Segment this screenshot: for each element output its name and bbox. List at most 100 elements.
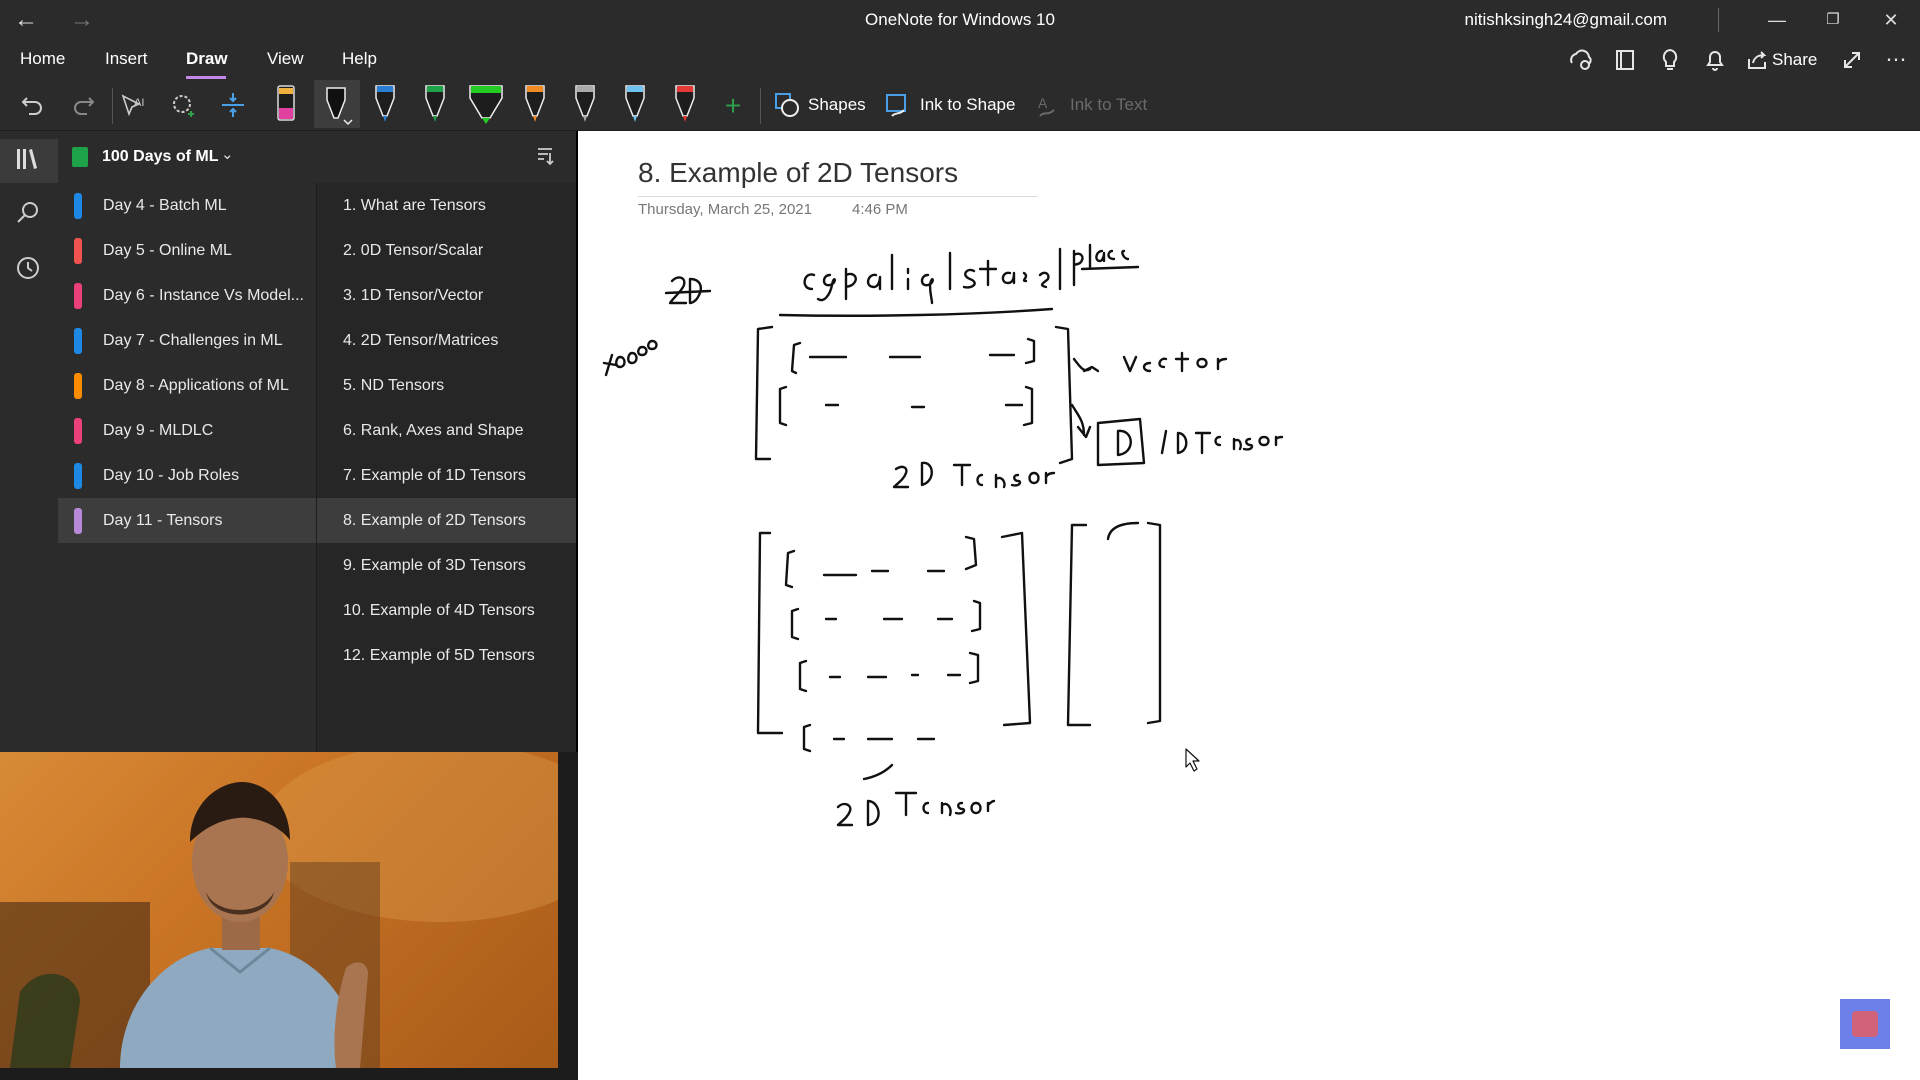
section-item[interactable]: Day 7 - Challenges in ML [58,318,316,363]
section-list: Day 4 - Batch ML Day 5 - Online ML Day 6 -… [58,183,316,752]
tab-view[interactable]: View [267,49,304,69]
page-item[interactable]: 1. What are Tensors [317,183,576,228]
tab-home[interactable]: Home [20,49,65,69]
ink-to-text-icon: A [1032,90,1066,122]
recent-history-icon[interactable] [14,254,46,286]
page-list: 1. What are Tensors 2. 0D Tensor/Scalar 3.… [317,183,576,752]
account-email[interactable]: nitishksingh24@gmail.com [1465,10,1667,30]
notebook-name[interactable]: 100 Days of ML [102,148,218,166]
section-color-tab [74,418,82,444]
section-item[interactable]: Day 6 - Instance Vs Model... [58,273,316,318]
close-icon[interactable]: ✕ [1868,6,1914,34]
divider [1718,8,1719,32]
section-item[interactable]: Day 4 - Batch ML [58,183,316,228]
share-icon[interactable] [1742,47,1772,79]
page-item[interactable]: 10. Example of 4D Tensors [317,588,576,633]
section-label: Day 10 - Job Roles [103,467,240,484]
webcam-video [0,752,558,1068]
page-label: 7. Example of 1D Tensors [343,467,526,484]
page-item[interactable]: 2. 0D Tensor/Scalar [317,228,576,273]
highlighter-pink-icon[interactable] [268,80,304,128]
section-label: Day 8 - Applications of ML [103,377,289,394]
minimize-icon[interactable]: — [1754,6,1800,34]
section-color-tab [74,463,82,489]
page-item[interactable]: 6. Rank, Axes and Shape [317,408,576,453]
page-item[interactable]: 3. 1D Tensor/Vector [317,273,576,318]
page-label: 2. 0D Tensor/Scalar [343,242,484,259]
search-icon[interactable] [14,199,46,231]
page-view-icon[interactable] [1610,47,1640,79]
pen-black-icon[interactable] [314,80,360,128]
page-item[interactable]: 12. Example of 5D Tensors [317,633,576,678]
pen-gray-icon[interactable] [567,80,603,128]
tab-help[interactable]: Help [342,49,377,69]
ink-vector-bracket-right [1146,521,1162,725]
pen-lightblue-icon[interactable] [617,80,653,128]
ink-2d-label [668,276,702,305]
ink-underline [778,307,1054,317]
bell-icon[interactable] [1700,47,1730,79]
page-label: 10. Example of 4D Tensors [343,602,535,619]
lasso-select-icon[interactable] [166,90,200,122]
chevron-down-icon[interactable]: ⌄ [221,145,234,163]
page-item[interactable]: 7. Example of 1D Tensors [317,453,576,498]
ink-to-shape-icon[interactable] [880,90,914,122]
restore-icon[interactable]: ❐ [1810,6,1856,34]
ink-vector-arc [1106,521,1140,541]
undo-icon[interactable] [16,90,50,122]
divider [760,88,761,124]
type-select-icon[interactable]: AI [116,90,150,122]
redo-icon[interactable] [66,90,100,122]
pen-blue-icon[interactable] [367,80,403,128]
ribbon-tabs: Home Insert Draw View Help Share ⋯ [0,40,1920,80]
pen-red-icon[interactable] [667,80,703,128]
fullscreen-icon[interactable] [1837,47,1867,79]
more-options-icon[interactable]: ⋯ [1881,47,1911,72]
section-item[interactable]: Day 5 - Online ML [58,228,316,273]
divider [112,88,113,124]
sort-icon[interactable] [534,145,556,172]
notebooks-icon[interactable] [14,145,46,177]
section-color-tab [74,328,82,354]
share-button[interactable]: Share [1772,50,1817,70]
ink-box-1d [1096,417,1146,467]
section-color-tab [74,373,82,399]
ink-big-bracket-right [1000,531,1032,727]
section-item[interactable]: Day 8 - Applications of ML [58,363,316,408]
highlighter-green-icon[interactable] [466,80,506,128]
sync-icon[interactable] [1565,47,1595,79]
ink-strike [664,289,712,295]
section-item[interactable]: Day 11 - Tensors [58,498,316,543]
page-item[interactable]: 9. Example of 3D Tensors [317,543,576,588]
note-canvas[interactable]: 8. Example of 2D Tensors Thursday, March… [578,131,1920,1080]
ink-to-shape-button[interactable]: Ink to Shape [920,95,1015,115]
shapes-button[interactable]: Shapes [808,95,866,115]
sidebar-footer [558,752,578,1080]
lightbulb-icon[interactable] [1655,47,1685,79]
pen-green-icon[interactable] [417,80,453,128]
navigation-rail [0,131,58,752]
page-item[interactable]: 5. ND Tensors [317,363,576,408]
pen-orange-icon[interactable] [517,80,553,128]
add-space-icon[interactable] [216,90,250,122]
presenter-figure [0,752,558,1068]
shapes-icon[interactable] [770,90,804,122]
page-item[interactable]: 4. 2D Tensor/Matrices [317,318,576,363]
ink-big-row1 [784,535,978,589]
ink-word-vector [1122,351,1228,373]
page-item[interactable]: 8. Example of 2D Tensors [317,498,576,543]
section-item[interactable]: Day 10 - Job Roles [58,453,316,498]
page-label: 4. 2D Tensor/Matrices [343,332,499,349]
notebook-header[interactable]: 100 Days of ML ⌄ [58,131,576,183]
ink-arrow-vector [1072,357,1100,373]
add-pen-icon[interactable]: + [716,90,750,122]
notebook-icon [72,147,88,167]
tab-draw[interactable]: Draw [186,49,228,69]
page-label: 6. Rank, Axes and Shape [343,422,524,439]
section-item[interactable]: Day 9 - MLDLC [58,408,316,453]
tab-insert[interactable]: Insert [105,49,148,69]
ink-row2-dashes [824,403,1024,409]
draw-toolbar: AI + Shapes Ink to Shape A Ink to Text [0,80,1920,131]
svg-text:AI: AI [134,97,144,109]
corner-logo [1840,999,1890,1049]
